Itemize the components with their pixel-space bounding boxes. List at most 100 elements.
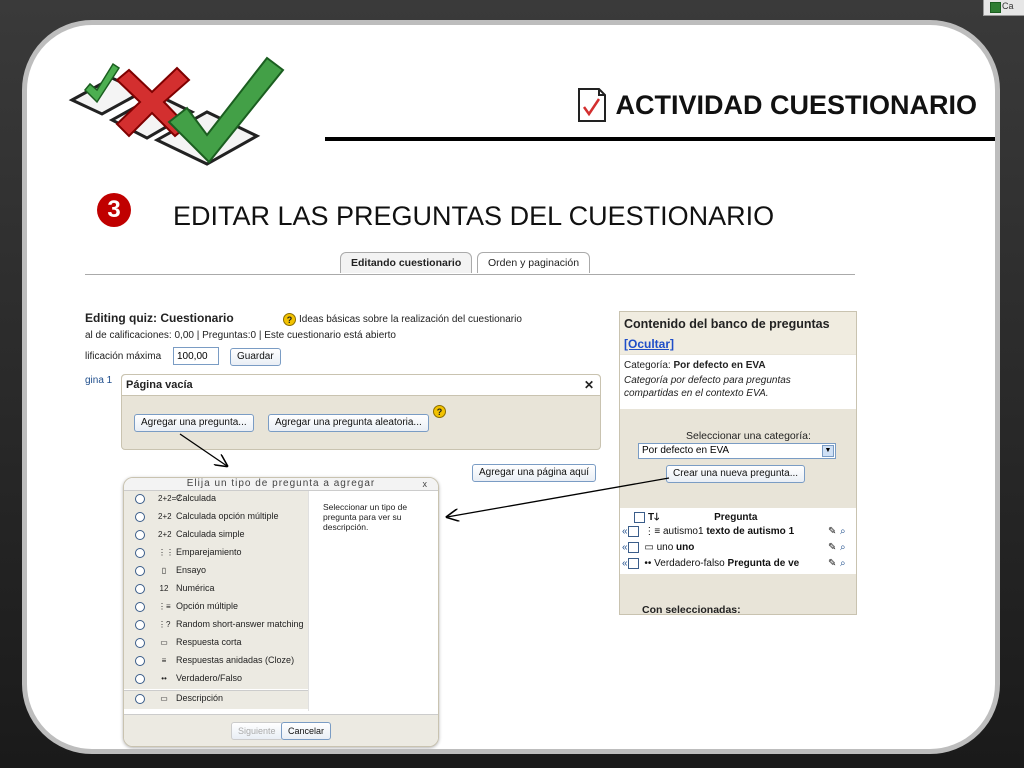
step-title: EDITAR LAS PREGUNTAS DEL CUESTIONARIO [173,201,775,231]
description-icon: ▭ [160,694,168,703]
preview-icon[interactable]: ⌕ [840,526,846,537]
corner-app-icon: Ca [983,0,1024,16]
shortanswer-icon: ▭ [160,638,168,647]
radio-button[interactable] [135,656,145,666]
calculated-simple-icon: 2+2 [158,530,172,539]
row-checkbox[interactable] [627,526,639,537]
checklist-illustration [68,56,285,166]
tab-editando-cuestionario[interactable]: Editando cuestionario [340,252,473,273]
category-description: Categoría por defecto para preguntas com… [624,375,791,399]
option-numerica[interactable]: 12 Numérica [124,581,308,599]
quiz-heading: Editing quiz: Cuestionario [85,311,234,325]
corner-app-label: Ca [1002,1,1014,11]
question-bank-header: Contenido del banco de preguntas [Oculta… [620,312,856,354]
slide-title-group: ACTIVIDAD CUESTIONARIO [577,87,977,123]
help-icon-random[interactable]: ? [433,405,446,418]
document-check-icon [578,88,607,122]
chooser-footer: Siguiente Cancelar [124,714,438,746]
category-info: Categoría: Por defecto en EVA Categoría … [620,355,856,409]
category-name: Por defecto en EVA [673,360,766,371]
radio-button[interactable] [135,548,145,558]
add-page-here-button[interactable]: Agregar una página aquí [472,464,597,482]
option-calculada-simple[interactable]: 2+2 Calculada simple [124,527,308,545]
create-question-button[interactable]: Crear una nueva pregunta... [666,465,806,483]
preview-icon[interactable]: ⌕ [840,558,846,569]
essay-icon: ▯ [161,566,167,575]
chooser-title-bar: Elija un tipo de pregunta a agregar x [124,478,438,491]
question-text: texto de autismo 1 [706,526,795,538]
option-respuesta-corta[interactable]: ▭ Respuesta corta [124,635,308,653]
select-all-checkbox[interactable] [634,511,645,523]
tab-orden-paginacion[interactable]: Orden y paginación [477,252,591,273]
multichoice-icon: ⋮≡ [644,526,661,538]
cancel-button[interactable]: Cancelar [281,722,332,740]
help-icon[interactable]: ? [283,313,296,326]
truefalse-icon: •• [644,558,652,570]
shortanswer-icon: ▭ [644,542,654,554]
table-row: « ▭ uno uno ✎ ⌕ [622,542,846,554]
question-bank-title: Contenido del banco de preguntas [624,317,830,331]
step-number-badge: 3 [97,193,131,227]
option-ensayo[interactable]: ▯ Ensayo [124,563,308,581]
spreadsheet-icon [990,2,1001,13]
question-type-chooser: Elija un tipo de pregunta a agregar x 2+… [123,477,439,747]
option-descripcion[interactable]: ▭ Descripción [124,690,308,709]
radio-button[interactable] [135,674,145,684]
close-icon[interactable]: ✕ [584,378,594,392]
radio-button[interactable] [135,494,145,504]
slide-title: ACTIVIDAD CUESTIONARIO [615,89,977,120]
radio-button[interactable] [135,620,145,630]
with-selected-label: Con seleccionadas: [642,604,741,615]
maxgrade-input[interactable] [173,347,219,365]
chooser-close-icon[interactable]: x [423,478,429,490]
question-text: uno [676,542,695,554]
calculated-multi-icon: 2+2 [158,512,172,521]
option-emparejamiento[interactable]: ⋮⋮ Emparejamiento [124,545,308,563]
radio-button[interactable] [135,602,145,612]
save-button[interactable]: Guardar [230,348,281,366]
question-name: autismo1 [662,526,704,538]
option-calculada[interactable]: 2+2=? Calculada [124,491,308,509]
option-verdadero-falso[interactable]: •• Verdadero/Falso [124,671,308,689]
calculated-icon: 2+2=? [158,494,181,503]
title-underline [325,137,995,141]
quiz-summary: al de calificaciones: 0,00 | Preguntas:0… [85,330,396,341]
option-calculada-multiple[interactable]: 2+2 Calculada opción múltiple [124,509,308,527]
radio-button[interactable] [135,530,145,540]
add-random-question-button[interactable]: Agregar una pregunta aleatoria... [268,414,429,432]
cloze-icon: ≡ [161,656,167,665]
maxgrade-label: lificación máxima [85,351,162,362]
slide: ACTIVIDAD CUESTIONARIO 3 EDITAR LAS PREG… [22,20,1000,754]
question-text: Pregunta de ve [727,558,800,570]
option-cloze[interactable]: ≡ Respuestas anidadas (Cloze) [124,653,308,671]
edit-icon[interactable]: ✎ [828,542,836,553]
row-checkbox[interactable] [627,542,639,553]
question-name: Verdadero-falso [654,558,725,570]
page-label: gina 1 [85,375,113,386]
hide-link[interactable]: [Ocultar] [624,337,674,351]
preview-icon[interactable]: ⌕ [840,542,846,553]
chevron-down-icon[interactable]: ▼ [822,445,834,457]
radio-button[interactable] [135,566,145,576]
option-random-short-answer[interactable]: ⋮? Random short-answer matching [124,617,308,635]
table-row: « •• Verdadero-falso Pregunta de ve ✎ ⌕ [622,558,846,570]
chooser-description-pane: Seleccionar un tipo de pregunta para ver… [308,491,438,711]
next-button[interactable]: Siguiente [231,722,283,740]
radio-button[interactable] [135,512,145,522]
question-name: uno [656,542,674,554]
truefalse-icon: •• [161,674,167,683]
radio-button[interactable] [135,584,145,594]
radio-button[interactable] [135,638,145,648]
edit-icon[interactable]: ✎ [828,558,836,569]
option-opcion-multiple[interactable]: ⋮≡ Opción múltiple [124,599,308,617]
radio-button[interactable] [135,694,145,704]
table-row: « ⋮≡ autismo1 texto de autismo 1 ✎ ⌕ [622,526,846,538]
edit-icon[interactable]: ✎ [828,526,836,537]
sort-arrow-icon[interactable]: 🡓 [654,512,659,523]
random-matching-icon: ⋮? [158,620,171,629]
help-link[interactable]: Ideas básicas sobre la realización del c… [299,314,522,325]
category-select[interactable]: Por defecto en EVA ▼ [638,443,836,459]
empty-page-panel: Página vacía ✕ Agregar una pregunta... A… [121,374,601,450]
row-checkbox[interactable] [627,558,639,569]
add-question-button[interactable]: Agregar una pregunta... [134,414,254,432]
